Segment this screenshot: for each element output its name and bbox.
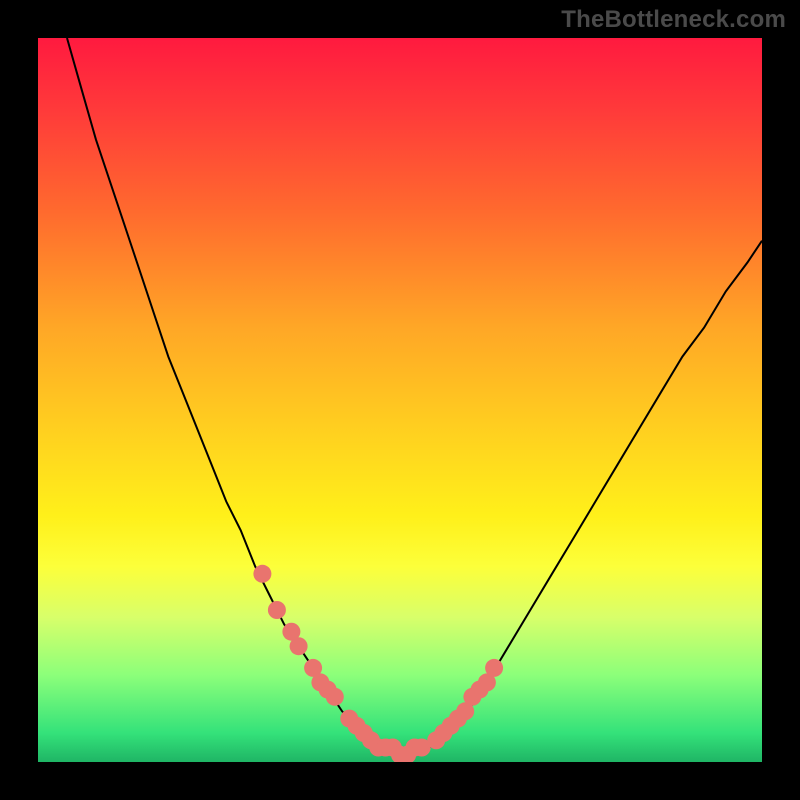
highlight-marker	[268, 601, 286, 619]
highlight-marker-group	[253, 565, 503, 762]
highlight-marker	[253, 565, 271, 583]
highlight-marker	[485, 659, 503, 677]
highlight-marker	[290, 637, 308, 655]
chart-svg	[38, 38, 762, 762]
watermark-text: TheBottleneck.com	[561, 6, 786, 34]
highlight-marker	[326, 688, 344, 706]
bottleneck-curve	[67, 38, 762, 755]
